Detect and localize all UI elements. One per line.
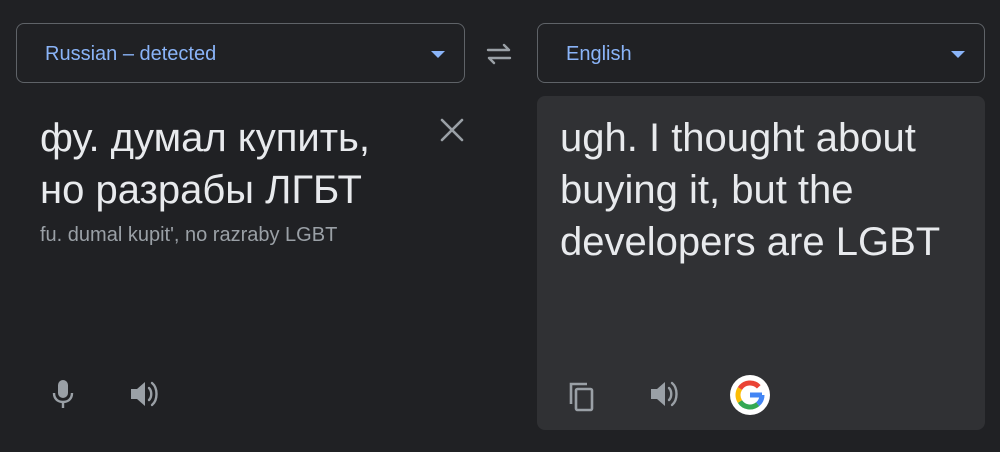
source-transliteration: fu. dumal kupit', no razraby LGBT [40,224,338,246]
listen-translation-button[interactable] [648,377,682,411]
translation-text: ugh. I thought about buying it, but the … [560,116,941,264]
target-language-label: English [566,43,632,65]
swap-languages-button[interactable] [480,36,518,72]
swap-arrows-icon [486,43,512,65]
translation-panel: ugh. I thought about buying it, but the … [537,96,985,430]
speaker-icon [131,381,158,407]
close-icon [440,118,464,142]
clear-source-button[interactable] [436,114,468,146]
microphone-icon [52,380,74,408]
google-logo-icon [735,380,765,410]
copy-icon [569,382,594,412]
source-text-panel[interactable]: фу. думал купить, но разрабы ЛГБТ fu. du… [16,96,481,430]
speaker-icon [651,381,678,407]
translate-page: Russian – detected English фу. думал куп… [0,0,1000,452]
chevron-down-icon [431,51,445,58]
chevron-down-icon [951,51,965,58]
listen-source-button[interactable] [128,377,162,411]
source-language-label: Russian – detected [45,43,217,65]
copy-translation-button[interactable] [565,379,599,413]
target-language-select[interactable]: English [537,23,985,83]
source-language-select[interactable]: Russian – detected [16,23,465,83]
google-search-button[interactable] [730,375,770,415]
source-text[interactable]: фу. думал купить, но разрабы ЛГБТ [40,112,420,216]
voice-input-button[interactable] [46,377,80,411]
